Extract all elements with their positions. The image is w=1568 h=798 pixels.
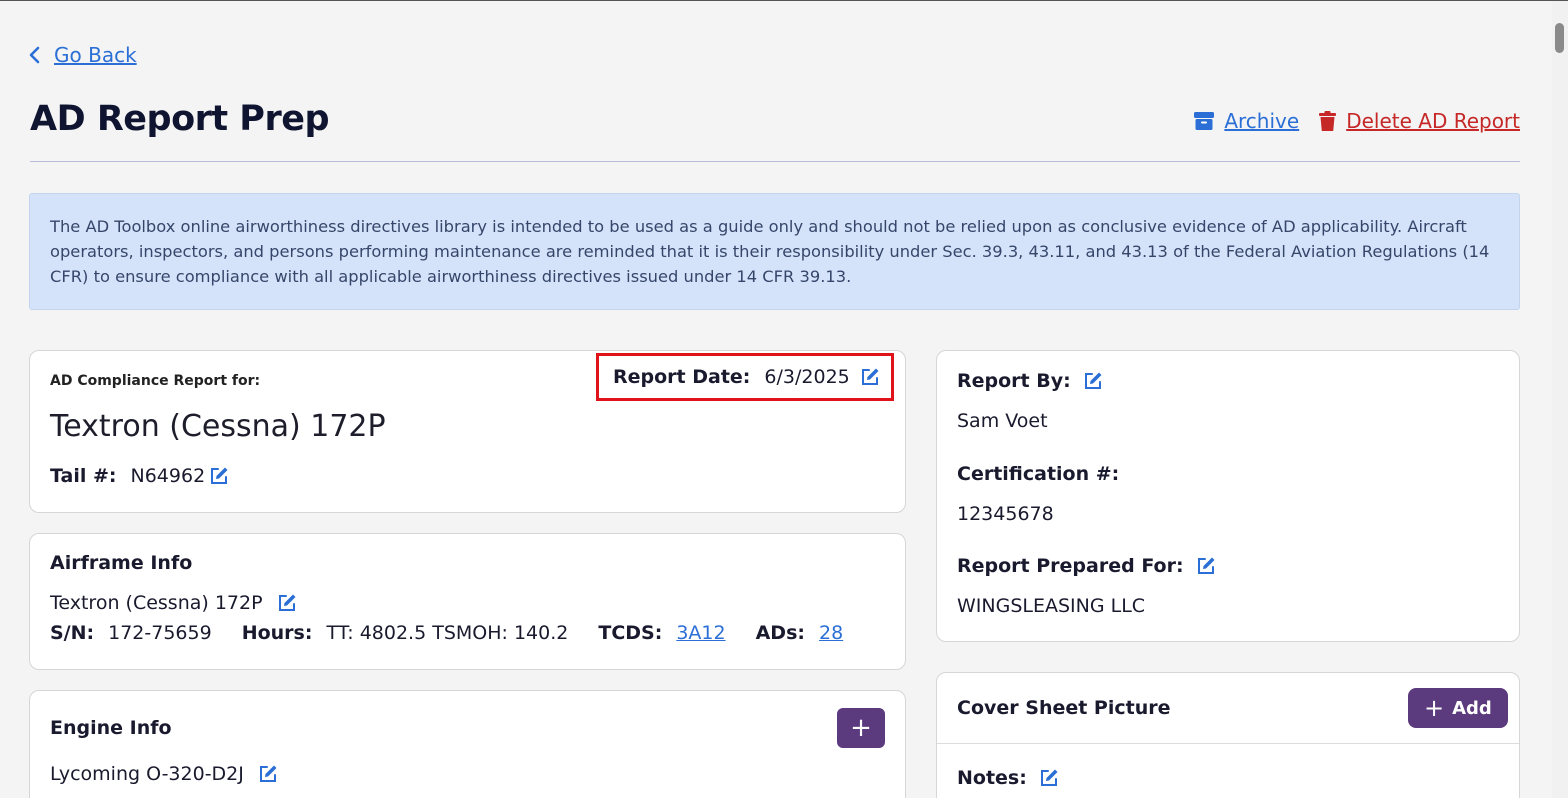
notes-row: Notes:: [957, 767, 1059, 789]
edit-airframe-icon[interactable]: [277, 593, 297, 613]
tail-label: Tail #:: [50, 465, 117, 487]
aircraft-name: Textron (Cessna) 172P: [50, 409, 386, 444]
cover-sheet-heading: Cover Sheet Picture: [957, 697, 1171, 719]
add-cover-label: Add: [1452, 697, 1492, 719]
airframe-heading: Airframe Info: [50, 552, 193, 574]
chevron-left-icon: [29, 46, 40, 64]
page-actions: Archive Delete AD Report: [1194, 109, 1520, 133]
edit-prepared-for-icon[interactable]: [1196, 556, 1216, 576]
delete-report-label[interactable]: Delete AD Report: [1346, 109, 1520, 133]
tcds-label: TCDS:: [598, 622, 663, 644]
ads-link[interactable]: 28: [819, 622, 843, 644]
tcds-link[interactable]: 3A12: [676, 622, 725, 644]
archive-icon: [1194, 112, 1215, 130]
report-by-name: Sam Voet: [957, 410, 1048, 432]
notes-label: Notes:: [957, 767, 1027, 789]
prepared-for-label: Report Prepared For:: [957, 555, 1184, 577]
certification-label: Certification #:: [957, 463, 1120, 485]
plus-icon: +: [1424, 694, 1445, 722]
archive-button[interactable]: Archive: [1194, 109, 1299, 133]
disclaimer-notice: The AD Toolbox online airworthiness dire…: [29, 193, 1520, 310]
report-date-field[interactable]: Report Date: 6/3/2025: [596, 353, 894, 401]
airframe-model: Textron (Cessna) 172P: [50, 592, 263, 614]
trash-icon: [1319, 111, 1337, 131]
go-back-link[interactable]: Go Back: [28, 43, 137, 67]
go-back-label[interactable]: Go Back: [54, 43, 137, 67]
engine-heading: Engine Info: [50, 717, 172, 739]
report-by-row: Report By:: [957, 370, 1103, 392]
delete-report-button[interactable]: Delete AD Report: [1319, 109, 1520, 133]
engine-model-row: Lycoming O-320-D2J: [50, 763, 278, 785]
airframe-details-row: S/N: 172-75659 Hours: TT: 4802.5 TSMOH: …: [50, 622, 843, 644]
scrollbar-thumb[interactable]: [1555, 23, 1564, 53]
edit-notes-icon[interactable]: [1039, 768, 1059, 788]
ads-label: ADs:: [755, 622, 805, 644]
page-title: AD Report Prep: [30, 99, 330, 139]
prepared-for-row: Report Prepared For:: [957, 555, 1216, 577]
archive-label[interactable]: Archive: [1224, 109, 1299, 133]
edit-engine-icon[interactable]: [258, 764, 278, 784]
scrollbar-track[interactable]: [1552, 1, 1568, 798]
report-by-label: Report By:: [957, 370, 1071, 392]
report-date-value: 6/3/2025: [764, 366, 850, 388]
cover-sheet-card: Cover Sheet Picture + Add Notes:: [936, 672, 1520, 798]
sn-label: S/N:: [50, 622, 95, 644]
certification-value: 12345678: [957, 503, 1054, 525]
header-divider: [30, 161, 1520, 162]
add-cover-picture-button[interactable]: + Add: [1408, 688, 1508, 728]
prepared-for-value: WINGSLEASING LLC: [957, 595, 1146, 617]
edit-report-date-icon[interactable]: [860, 367, 880, 387]
engine-model: Lycoming O-320-D2J: [50, 763, 244, 785]
hours-value: TT: 4802.5 TSMOH: 140.2: [326, 622, 569, 644]
hours-label: Hours:: [241, 622, 313, 644]
cover-divider: [937, 743, 1519, 744]
sn-value: 172-75659: [108, 622, 212, 644]
engine-card: Engine Info + Lycoming O-320-D2J: [29, 690, 906, 798]
add-engine-button[interactable]: +: [837, 708, 885, 748]
tail-value: N64962: [130, 465, 206, 487]
airframe-card: Airframe Info Textron (Cessna) 172P S/N:…: [29, 533, 906, 670]
airframe-model-row: Textron (Cessna) 172P: [50, 592, 297, 614]
report-by-card: Report By: Sam Voet Certification #: 123…: [936, 350, 1520, 642]
tail-row: Tail #: N64962: [50, 465, 229, 487]
edit-tail-icon[interactable]: [209, 466, 229, 486]
report-date-label: Report Date:: [613, 366, 751, 388]
edit-report-by-icon[interactable]: [1083, 371, 1103, 391]
compliance-label: AD Compliance Report for:: [50, 373, 261, 389]
